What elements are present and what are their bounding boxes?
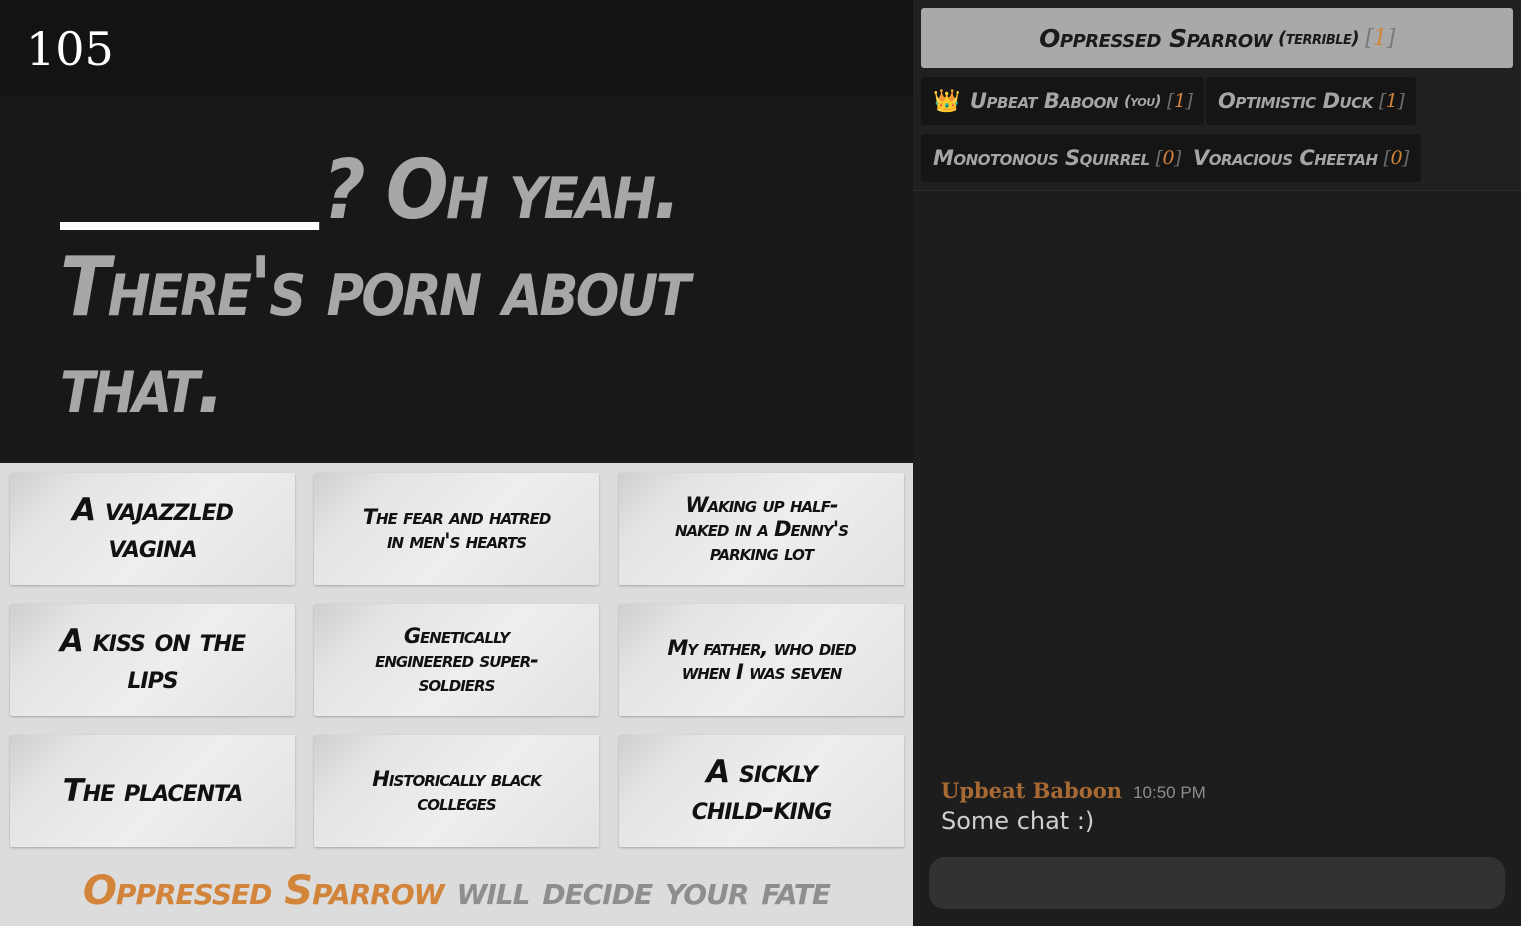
player-score: 1 [1173,90,1186,112]
white-card-text: A sickly child-king [691,754,833,827]
player-badge: Optimistic Duck [1] [1206,77,1417,125]
white-card-text: The placenta [62,772,244,809]
white-card-text: Waking up half-naked in a Denny's parkin… [674,493,849,565]
white-card-text: Genetically engineered super-soldiers [375,624,539,696]
white-card[interactable]: The placenta [10,735,295,847]
czar-tag: (terrible) [1278,27,1360,49]
prompt-text: ? Oh yeah. There's porn about that. [60,142,780,433]
white-card-text: A vajazzled vagina [72,492,234,565]
czar-name: Oppressed Sparrow [1039,23,1273,53]
chat-panel: Upbeat Baboon 10:50 PM Some chat :) [913,192,1521,926]
player-badge: Voracious Cheetah [0] [1181,134,1421,182]
white-card[interactable]: A kiss on the lips [10,604,295,716]
player-name: Optimistic Duck [1218,89,1373,113]
white-card[interactable]: Genetically engineered super-soldiers [314,604,599,716]
player-name: Voracious Cheetah [1193,146,1378,170]
white-card-hand: A vajazzled vagina The fear and hatred i… [0,463,913,926]
czar-badge: Oppressed Sparrow (terrible) [1] [921,8,1513,68]
player-name: Monotonous Squirrel [933,146,1150,170]
player-list: Oppressed Sparrow (terrible) [1] 👑 Upbea… [913,0,1521,191]
crown-icon: 👑 [933,88,960,114]
player-score: 0 [1162,147,1175,169]
white-card[interactable]: A vajazzled vagina [10,473,295,585]
prompt-body: ? Oh yeah. There's porn about that. [60,143,691,432]
player-score: 0 [1390,147,1403,169]
player-name: Upbeat Baboon [969,89,1119,113]
white-card[interactable]: A sickly child-king [619,735,904,847]
white-card-text: My father, who died when I was seven [667,636,856,684]
player-badge: 👑 Upbeat Baboon (you) [1] [921,77,1205,125]
chat-author: Upbeat Baboon [941,778,1122,803]
game-area: 105 ? Oh yeah. There's porn about that. … [0,0,913,926]
player-score: 1 [1385,90,1398,112]
sidebar: Oppressed Sparrow (terrible) [1] 👑 Upbea… [913,0,1521,926]
chat-input[interactable] [929,857,1505,909]
round-timer: 105 [26,22,114,76]
chat-timestamp: 10:50 PM [1133,783,1206,802]
player-tag: (you) [1123,92,1162,110]
white-card[interactable]: Waking up half-naked in a Denny's parkin… [619,473,904,585]
chat-message: Upbeat Baboon 10:50 PM Some chat :) [941,778,1206,835]
fate-banner: Oppressed Sparrow will decide your fate [0,866,913,916]
white-card-text: The fear and hatred in men's hearts [362,505,552,553]
answer-blank [60,222,320,230]
white-card[interactable]: Historically black colleges [314,735,599,847]
czar-score: 1 [1373,25,1387,51]
fate-text: will decide your fate [456,868,831,914]
white-card[interactable]: The fear and hatred in men's hearts [314,473,599,585]
timer-bar: 105 [0,0,913,96]
fate-czar-name: Oppressed Sparrow [82,868,445,914]
black-card: ? Oh yeah. There's porn about that. [0,96,913,463]
white-card[interactable]: My father, who died when I was seven [619,604,904,716]
player-badge: Monotonous Squirrel [0] [921,134,1194,182]
white-card-text: A kiss on the lips [59,623,246,696]
chat-text: Some chat :) [941,807,1095,835]
white-card-text: Historically black colleges [372,767,541,815]
